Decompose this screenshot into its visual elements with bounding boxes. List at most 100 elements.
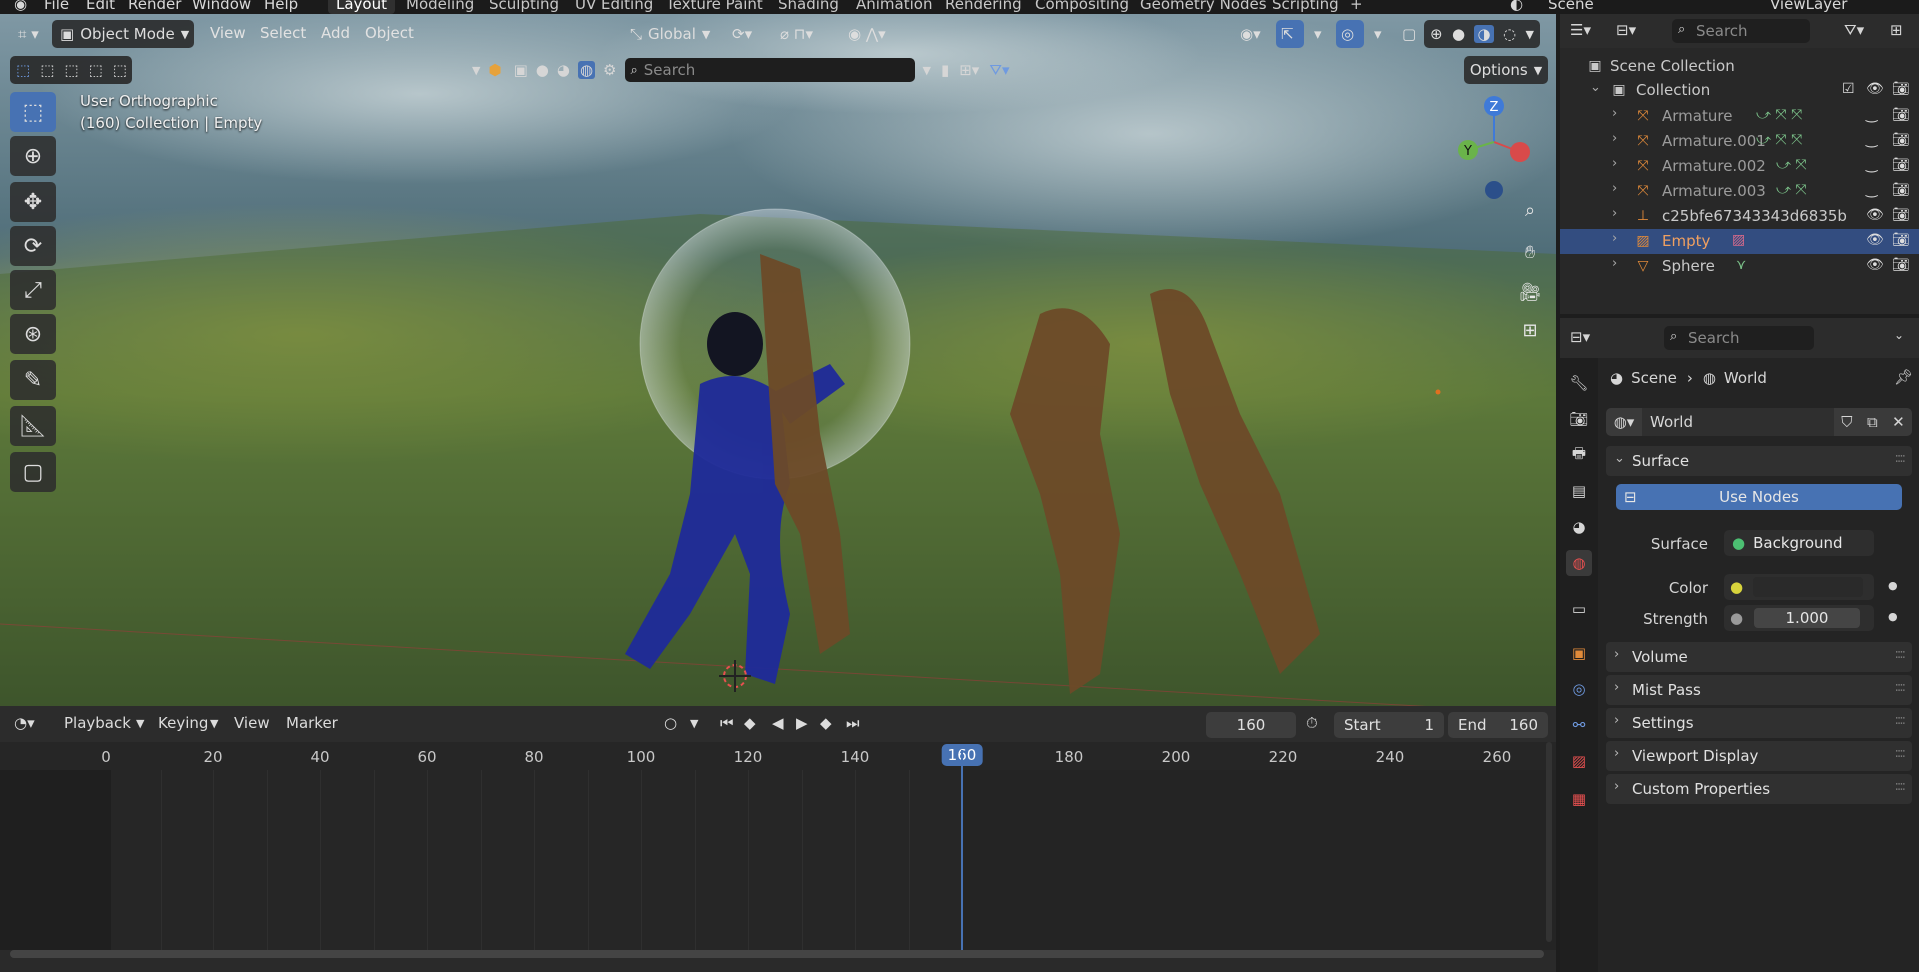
fake-user-shield-icon[interactable]: ⛉ <box>1841 413 1852 431</box>
chevron-right-icon[interactable]: › <box>1612 156 1617 171</box>
measure-tool-icon[interactable]: 📐︎ <box>10 406 56 446</box>
timeline-area[interactable] <box>0 750 1556 950</box>
texture-tab-icon[interactable]: ▦ <box>1566 786 1592 812</box>
world-tab-icon[interactable]: ◍ <box>1566 550 1592 576</box>
camera-icon[interactable]: 📷︎ <box>1892 207 1910 223</box>
strength-field[interactable]: ● 1.000 <box>1724 605 1874 631</box>
color-swatch[interactable] <box>1753 577 1864 597</box>
filter-sphere-icon[interactable]: ● <box>536 61 549 79</box>
end-frame-field[interactable]: End 160 <box>1448 712 1548 738</box>
visibility-icon[interactable]: ◉▾ <box>1232 20 1269 48</box>
jump-start-icon[interactable]: ⏮︎ <box>720 714 734 732</box>
drag-grip-icon[interactable]: :::: <box>1894 647 1905 662</box>
snap-icon[interactable]: ⌀ ⊓▾ <box>772 20 821 48</box>
outliner-row-object[interactable]: › ⊥ c25bfe67343343d6835b 👁︎ 📷︎ <box>1560 204 1919 229</box>
select-intersect-icon[interactable]: ⬚ <box>113 61 127 79</box>
viewport-menu-add[interactable]: Add <box>321 24 350 42</box>
eye-closed-icon[interactable]: ‿ <box>1866 182 1877 198</box>
eye-closed-icon[interactable]: ‿ <box>1866 132 1877 148</box>
outliner-row-object[interactable]: › ⤧ Armature.001 ⤻ ⤧ ⤧ ‿ 📷︎ <box>1560 129 1919 154</box>
tab-compositing[interactable]: Compositing <box>1035 0 1129 13</box>
keyframe-dot-icon[interactable]: ● <box>1888 579 1898 592</box>
world-name-field[interactable]: World <box>1642 408 1834 436</box>
select-extend-icon[interactable]: ⬚ <box>40 61 54 79</box>
new-collection-icon[interactable]: ⊞ <box>1890 21 1903 39</box>
filter-material-icon[interactable]: ◕ <box>557 61 570 79</box>
camera-icon[interactable]: 📷︎ <box>1892 182 1910 198</box>
chevron-right-icon[interactable]: › <box>1612 131 1617 146</box>
select-box-tool-icon[interactable]: ⬚ <box>10 92 56 132</box>
overlays-menu-icon[interactable]: ▾ <box>1366 20 1390 48</box>
timeline-menu-marker[interactable]: Marker <box>286 714 338 732</box>
grid-toggle-icon[interactable]: ⊞ <box>1514 314 1546 346</box>
chevron-right-icon[interactable]: › <box>1612 206 1617 221</box>
transform-tool-icon[interactable]: ⊛ <box>10 314 56 354</box>
drag-grip-icon[interactable]: :::: <box>1894 779 1905 794</box>
view-layer-tab-icon[interactable]: ▤ <box>1566 478 1592 504</box>
outliner-row-object-selected[interactable]: › ▨ Empty ▨ 👁︎ 📷︎ <box>1560 229 1919 254</box>
chevron-down-icon[interactable]: ▼ <box>690 717 698 730</box>
rotate-tool-icon[interactable]: ⟳ <box>10 226 56 266</box>
tab-animation[interactable]: Animation <box>856 0 932 13</box>
material-shading-icon[interactable]: ◑ <box>1474 25 1494 43</box>
eye-closed-icon[interactable]: ‿ <box>1866 107 1877 123</box>
viewport-menu-select[interactable]: Select <box>260 24 306 42</box>
render-tab-icon[interactable]: 📷︎ <box>1566 406 1592 432</box>
outliner-row-object[interactable]: › ⤧ Armature.003 ⤻ ⤧ ‿ 📷︎ <box>1560 179 1919 204</box>
overlays-toggle-icon[interactable]: ◎ <box>1336 20 1364 48</box>
timeline-scrollbar[interactable] <box>10 950 1544 958</box>
filter-icon[interactable]: ⛛▾ <box>989 61 1009 79</box>
eye-icon[interactable]: 👁︎ <box>1866 81 1884 97</box>
outliner-editor-icon[interactable]: ☰▾ <box>1570 21 1591 39</box>
add-workspace-icon[interactable]: + <box>1350 0 1363 13</box>
chevron-down-icon[interactable]: ⌄ <box>1894 328 1904 342</box>
gizmo-menu-icon[interactable]: ▾ <box>1306 20 1330 48</box>
eye-icon[interactable]: 👁︎ <box>1866 207 1884 223</box>
filter-mesh-icon[interactable]: ▣ <box>514 61 528 79</box>
view-layer-name[interactable]: ViewLayer <box>1770 0 1847 13</box>
camera-icon[interactable]: 📷︎ <box>1892 257 1910 273</box>
navigation-gizmo[interactable]: Z Y <box>1454 92 1534 202</box>
object-tab-icon[interactable]: ▣ <box>1566 640 1592 666</box>
tab-modeling[interactable]: Modeling <box>406 0 474 13</box>
tab-layout[interactable]: Layout <box>328 0 395 14</box>
mode-dropdown[interactable]: ▣ Object Mode ▼ <box>52 20 194 48</box>
prev-keyframe-icon[interactable]: ◆ <box>744 714 756 732</box>
outliner-row-scene-collection[interactable]: ▣ Scene Collection <box>1560 54 1919 79</box>
filter-world-icon[interactable]: ◍ <box>577 61 596 79</box>
camera-icon[interactable]: 📷︎ <box>1892 157 1910 173</box>
properties-editor-icon[interactable]: ⊟▾ <box>1570 328 1590 346</box>
current-frame-field[interactable]: 160 <box>1206 712 1296 738</box>
camera-icon[interactable]: 📷︎ <box>1892 81 1910 97</box>
chevron-right-icon[interactable]: › <box>1612 231 1617 246</box>
chevron-right-icon[interactable]: › <box>1612 256 1617 271</box>
eye-closed-icon[interactable]: ‿ <box>1866 157 1877 173</box>
menu-render[interactable]: Render <box>128 0 181 13</box>
filter-node-icon[interactable]: ⚙ <box>603 61 616 79</box>
tab-geometry-nodes[interactable]: Geometry Nodes <box>1140 0 1267 13</box>
drag-grip-icon[interactable]: :::: <box>1894 451 1905 466</box>
tab-texture-paint[interactable]: Texture Paint <box>666 0 763 13</box>
pan-hand-icon[interactable]: ✋︎ <box>1514 236 1546 268</box>
camera-icon[interactable]: 📷︎ <box>1892 232 1910 248</box>
drag-grip-icon[interactable]: :::: <box>1894 680 1905 695</box>
outliner-row-object[interactable]: › ▽ Sphere ⋎ 👁︎ 📷︎ <box>1560 254 1919 279</box>
output-tab-icon[interactable]: 🖶︎ <box>1566 442 1592 468</box>
select-invert-icon[interactable]: ⬚ <box>89 61 103 79</box>
select-subtract-icon[interactable]: ⬚ <box>64 61 78 79</box>
eye-icon[interactable]: 👁︎ <box>1866 257 1884 273</box>
data-tab-icon[interactable]: ▨ <box>1566 748 1592 774</box>
play-icon[interactable]: ▶ <box>796 714 808 732</box>
chevron-down-icon[interactable]: ▼ <box>472 64 480 77</box>
surface-shader-field[interactable]: ● Background <box>1724 530 1874 556</box>
select-new-icon[interactable]: ⬚ <box>16 61 30 79</box>
timeline-vertical-scrollbar[interactable] <box>1546 742 1552 942</box>
color-icon[interactable]: ⬢ <box>488 61 501 79</box>
add-cube-tool-icon[interactable]: ▢ <box>10 452 56 492</box>
physics-tab-icon[interactable]: ◎ <box>1566 676 1592 702</box>
next-keyframe-icon[interactable]: ◆ <box>820 714 832 732</box>
chevron-right-icon[interactable]: › <box>1612 106 1617 121</box>
outliner-row-collection[interactable]: ⌄ ▣ Collection ☑ 👁︎ 📷︎ <box>1560 78 1919 103</box>
scale-tool-icon[interactable]: ⤢ <box>10 270 56 310</box>
auto-keying-icon[interactable]: ○ <box>664 714 677 732</box>
